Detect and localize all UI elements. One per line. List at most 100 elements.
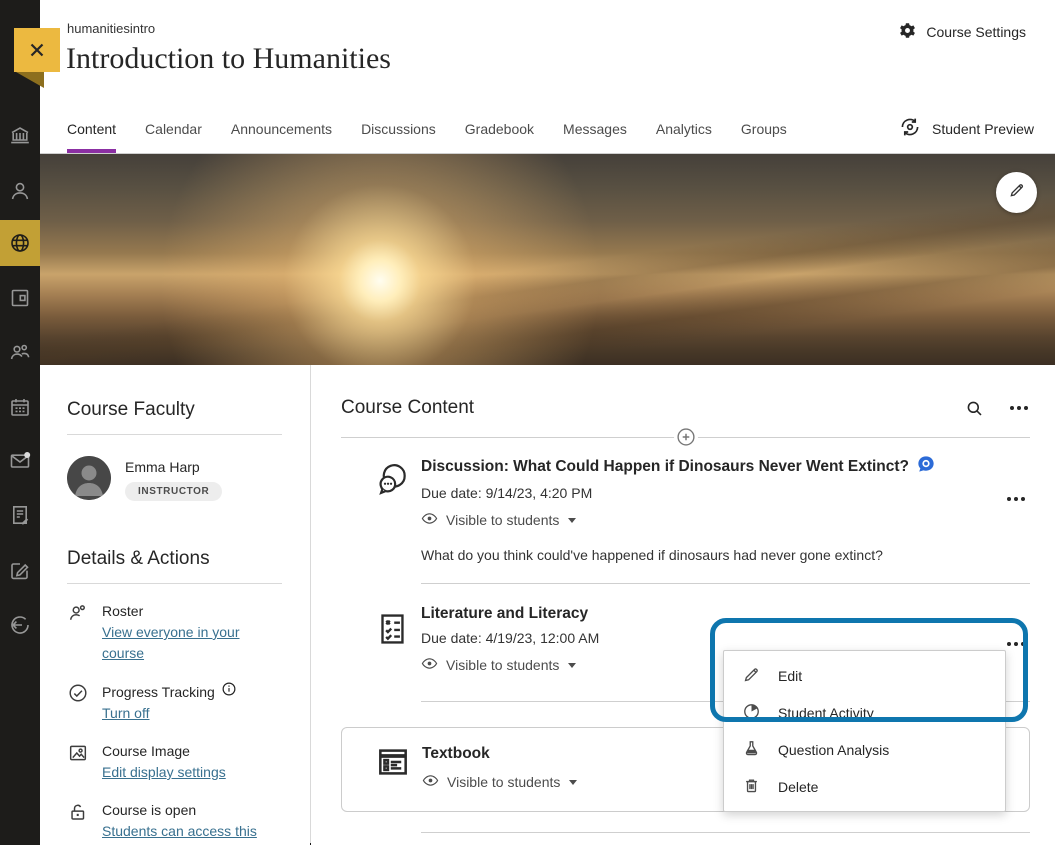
discussion-due-date: Due date: 9/14/23, 4:20 PM bbox=[421, 485, 1030, 501]
search-icon[interactable] bbox=[965, 399, 984, 418]
test-visibility-label: Visible to students bbox=[446, 657, 559, 673]
profile-icon[interactable] bbox=[0, 168, 40, 214]
menu-item-question-analysis[interactable]: Question Analysis bbox=[724, 731, 1005, 768]
course-id: humanitiesintro bbox=[67, 21, 155, 36]
eye-icon bbox=[422, 772, 439, 792]
test-visibility-dropdown[interactable]: Visible to students bbox=[421, 655, 576, 675]
divider bbox=[421, 832, 1030, 833]
institution-icon[interactable] bbox=[0, 112, 40, 158]
content-menu-button[interactable] bbox=[1008, 400, 1030, 416]
course-image-link[interactable]: Edit display settings bbox=[102, 764, 226, 780]
caret-down-icon bbox=[568, 663, 576, 668]
detail-item-roster: Roster View everyone in your course bbox=[67, 601, 282, 664]
test-menu-button[interactable] bbox=[1005, 636, 1027, 652]
add-content-divider bbox=[341, 437, 1030, 438]
course-banner-image bbox=[40, 154, 1055, 365]
roster-link[interactable]: View everyone in your course bbox=[102, 624, 239, 661]
discussion-visibility-dropdown[interactable]: Visible to students bbox=[421, 510, 576, 530]
tag-fold bbox=[16, 72, 44, 88]
progress-icon bbox=[67, 682, 89, 704]
page-title: Introduction to Humanities bbox=[66, 42, 391, 76]
progress-title: Progress Tracking bbox=[102, 682, 215, 703]
course-header: humanitiesintro Introduction to Humaniti… bbox=[40, 0, 1055, 104]
test-due-date: Due date: 4/19/23, 12:00 AM bbox=[421, 630, 1030, 646]
close-course-button[interactable] bbox=[14, 28, 60, 88]
detail-item-progress-tracking: Progress Tracking Turn off bbox=[67, 681, 282, 724]
pie-chart-icon bbox=[742, 702, 761, 724]
content-item-discussion: Discussion: What Could Happen if Dinosau… bbox=[341, 455, 1030, 563]
activity-stream-icon[interactable] bbox=[0, 220, 40, 266]
discussion-menu-button[interactable] bbox=[1005, 491, 1027, 507]
menu-item-student-activity[interactable]: Student Activity bbox=[724, 694, 1005, 731]
discussion-visibility-label: Visible to students bbox=[446, 512, 559, 528]
discussion-title[interactable]: Discussion: What Could Happen if Dinosau… bbox=[421, 458, 909, 476]
student-preview-label: Student Preview bbox=[932, 121, 1034, 137]
caret-down-icon bbox=[568, 518, 576, 523]
tab-groups[interactable]: Groups bbox=[741, 104, 787, 153]
grades-icon[interactable] bbox=[0, 492, 40, 538]
tab-analytics[interactable]: Analytics bbox=[656, 104, 712, 153]
progress-link[interactable]: Turn off bbox=[102, 705, 149, 721]
tab-gradebook[interactable]: Gradebook bbox=[465, 104, 534, 153]
course-open-link[interactable]: Students can access this course bbox=[102, 823, 257, 845]
menu-item-delete[interactable]: Delete bbox=[724, 768, 1005, 805]
tab-calendar[interactable]: Calendar bbox=[145, 104, 202, 153]
course-open-title: Course is open bbox=[102, 800, 262, 821]
course-content-heading: Course Content bbox=[341, 397, 474, 419]
info-icon[interactable] bbox=[221, 681, 237, 703]
item-context-menu: Edit Student Activity Question Analysis … bbox=[723, 650, 1006, 812]
trash-icon bbox=[742, 776, 761, 798]
faculty-member: Emma Harp INSTRUCTOR bbox=[67, 456, 282, 501]
chat-badge-icon bbox=[917, 455, 935, 478]
discussion-icon bbox=[373, 460, 411, 498]
divider bbox=[67, 583, 282, 584]
eye-icon bbox=[421, 655, 438, 675]
tab-messages[interactable]: Messages bbox=[563, 104, 627, 153]
menu-label-question-analysis: Question Analysis bbox=[778, 742, 889, 758]
pencil-icon bbox=[1008, 181, 1026, 204]
tools-icon[interactable] bbox=[0, 547, 40, 593]
tab-content[interactable]: Content bbox=[67, 104, 116, 153]
course-settings-label: Course Settings bbox=[926, 24, 1026, 40]
tab-discussions[interactable]: Discussions bbox=[361, 104, 436, 153]
course-tab-bar: Content Calendar Announcements Discussio… bbox=[40, 104, 1055, 154]
course-details-panel: Course Faculty Emma Harp INSTRUCTOR Deta… bbox=[40, 365, 310, 845]
course-settings-button[interactable]: Course Settings bbox=[898, 21, 1026, 43]
divider bbox=[67, 434, 282, 435]
sign-out-icon[interactable] bbox=[0, 602, 40, 648]
student-preview-button[interactable]: Student Preview bbox=[898, 104, 1055, 153]
messages-icon[interactable] bbox=[0, 438, 40, 484]
menu-label-delete: Delete bbox=[778, 779, 818, 795]
course-image-title: Course Image bbox=[102, 741, 262, 762]
tab-announcements[interactable]: Announcements bbox=[231, 104, 332, 153]
document-title[interactable]: Textbook bbox=[422, 745, 490, 763]
role-badge: INSTRUCTOR bbox=[125, 482, 222, 501]
gear-icon bbox=[898, 21, 917, 43]
plus-circle-icon[interactable] bbox=[674, 425, 698, 449]
organizations-icon[interactable] bbox=[0, 329, 40, 375]
courses-icon[interactable] bbox=[0, 275, 40, 321]
document-visibility-label: Visible to students bbox=[447, 774, 560, 790]
image-icon bbox=[67, 742, 89, 764]
document-visibility-dropdown[interactable]: Visible to students bbox=[422, 772, 577, 792]
avatar bbox=[67, 456, 111, 500]
student-preview-icon bbox=[898, 115, 922, 142]
faculty-heading: Course Faculty bbox=[67, 399, 282, 421]
flask-icon bbox=[742, 739, 761, 761]
faculty-name: Emma Harp bbox=[125, 459, 222, 475]
divider bbox=[421, 583, 1030, 584]
test-title[interactable]: Literature and Literacy bbox=[421, 605, 588, 623]
calendar-icon[interactable] bbox=[0, 384, 40, 430]
detail-item-course-open: Course is open Students can access this … bbox=[67, 800, 282, 845]
menu-label-edit: Edit bbox=[778, 668, 802, 684]
left-nav-rail bbox=[0, 0, 40, 845]
roster-title: Roster bbox=[102, 601, 262, 622]
edit-banner-button[interactable] bbox=[996, 172, 1037, 213]
document-icon bbox=[374, 743, 412, 781]
unlock-icon bbox=[67, 801, 89, 823]
caret-down-icon bbox=[569, 780, 577, 785]
discussion-description: What do you think could've happened if d… bbox=[421, 547, 1030, 563]
eye-icon bbox=[421, 510, 438, 530]
roster-icon bbox=[67, 602, 89, 624]
menu-item-edit[interactable]: Edit bbox=[724, 657, 1005, 694]
